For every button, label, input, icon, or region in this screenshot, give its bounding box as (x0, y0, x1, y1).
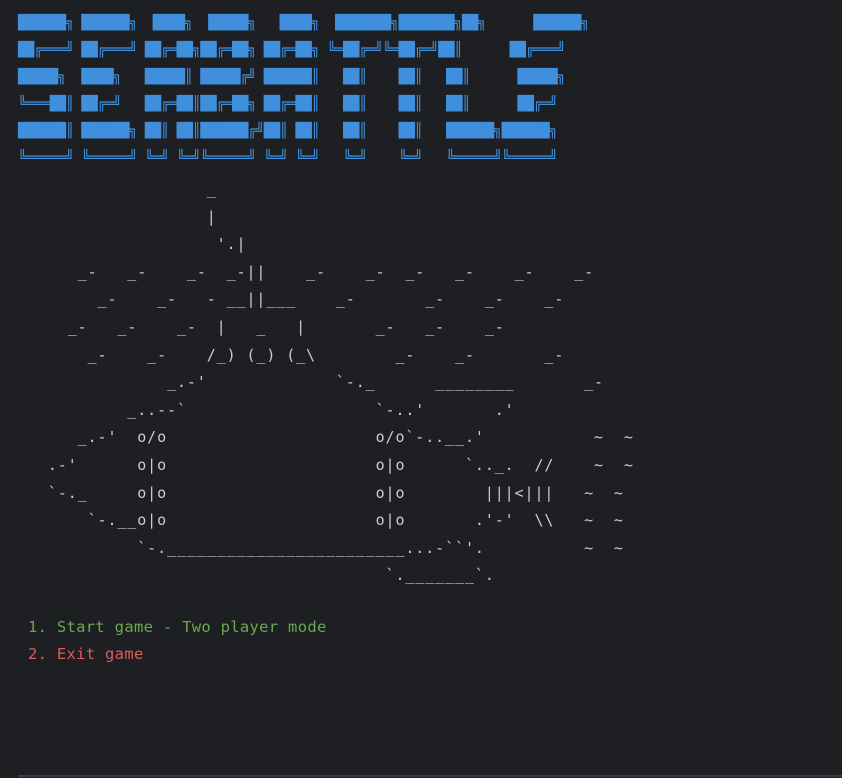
terminal-bottom-border (18, 775, 842, 777)
menu-option-exit-game[interactable]: 2. Exit game (28, 641, 327, 668)
menu-option-start-game[interactable]: 1. Start game - Two player mode (28, 614, 327, 641)
main-menu: 1. Start game - Two player mode 2. Exit … (28, 614, 327, 668)
seabattle-title-art: ██████╗ ██████╗ ████╗ █████╗ ████╗ █████… (18, 15, 589, 166)
terminal-window[interactable]: ██████╗ ██████╗ ████╗ █████╗ ████╗ █████… (0, 0, 842, 778)
ship-ascii-art: _ | '.| _- _- _- _-|| _- _- _- _- _- _- … (47, 180, 634, 585)
